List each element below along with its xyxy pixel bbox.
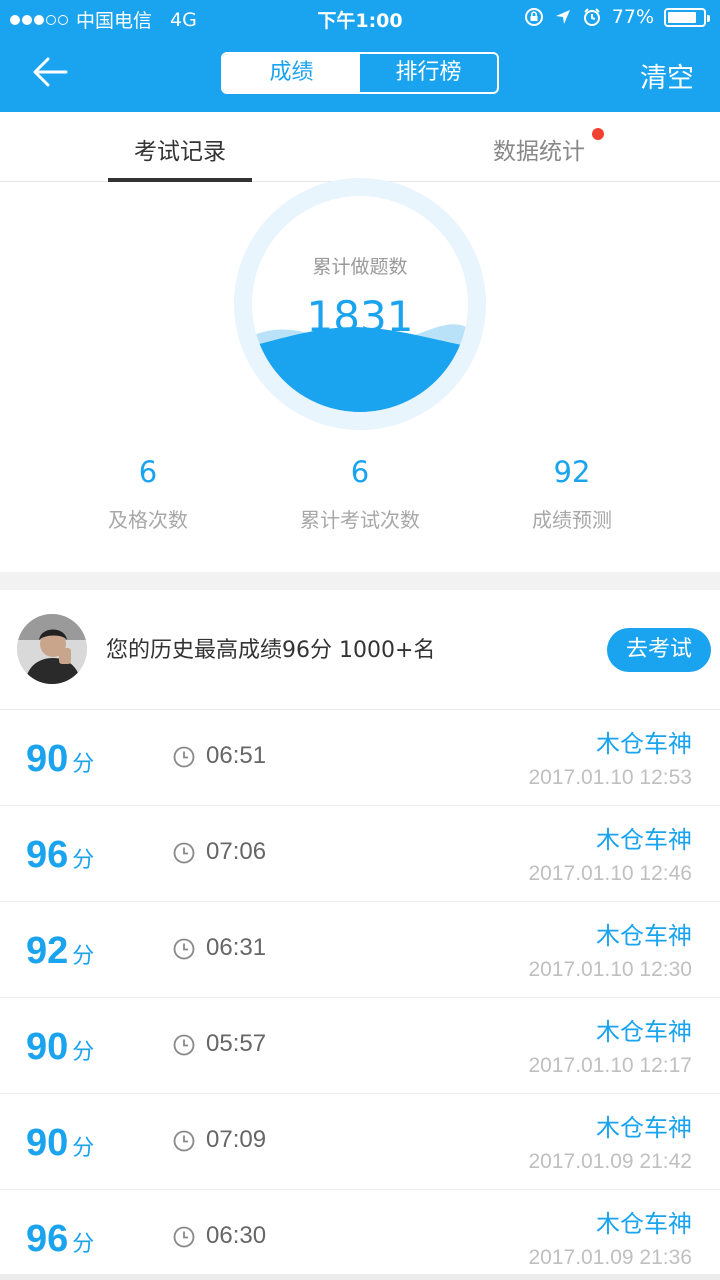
list-item[interactable]: 96 分 06:30 木仓车神 2017.01.09 21:36 xyxy=(0,1190,720,1280)
avatar-photo xyxy=(17,614,87,684)
list-item[interactable]: 92 分 06:31 木仓车神 2017.01.10 12:30 xyxy=(0,902,720,998)
clock-icon xyxy=(173,938,195,960)
metric-exam-count: 6 累计考试次数 xyxy=(240,452,480,533)
clock-icon xyxy=(173,1130,195,1152)
clock-icon xyxy=(173,746,195,768)
metric-label: 成绩预测 xyxy=(532,508,612,532)
score-unit: 分 xyxy=(72,1232,95,1257)
clock-icon xyxy=(173,1034,195,1056)
circle-label: 累计做题数 xyxy=(312,256,408,278)
score-value: 96 xyxy=(26,834,69,876)
score-value: 90 xyxy=(26,1026,69,1068)
record-duration: 05:57 xyxy=(206,1030,267,1057)
metric-value: 6 xyxy=(350,455,370,489)
best-score-row: 您的历史最高成绩96分 1000+名 去考试 xyxy=(0,590,720,710)
clock-icon xyxy=(173,842,195,864)
record-score: 92 分 xyxy=(26,930,94,973)
score-value: 96 xyxy=(26,1218,69,1260)
record-date: 2017.01.10 12:53 xyxy=(528,766,693,789)
record-duration: 06:51 xyxy=(206,742,267,769)
total-questions-circle: 累计做题数 1831 xyxy=(234,178,486,430)
list-item[interactable]: 90 分 07:09 木仓车神 2017.01.09 21:42 xyxy=(0,1094,720,1190)
record-user: 木仓车神 xyxy=(596,1210,692,1238)
circle-body: 累计做题数 1831 xyxy=(252,196,468,412)
score-unit: 分 xyxy=(72,944,95,969)
top-bar: 中国电信 4G 下午1:00 77% 成绩 排行榜 清空 xyxy=(0,0,720,112)
record-score: 90 分 xyxy=(26,1122,94,1165)
record-user: 木仓车神 xyxy=(596,1018,692,1046)
segment-ranking[interactable]: 排行榜 xyxy=(360,54,497,92)
record-user: 木仓车神 xyxy=(596,922,692,950)
metrics-row: 6 及格次数 6 累计考试次数 92 成绩预测 xyxy=(0,452,720,552)
tab-exam-records[interactable]: 考试记录 xyxy=(108,132,252,166)
list-item[interactable]: 96 分 07:06 木仓车神 2017.01.10 12:46 xyxy=(0,806,720,902)
score-unit: 分 xyxy=(72,752,95,777)
score-value: 90 xyxy=(26,738,69,780)
record-date: 2017.01.09 21:42 xyxy=(528,1150,693,1173)
score-value: 92 xyxy=(26,930,69,972)
bottom-divider xyxy=(0,1274,720,1280)
clock-icon xyxy=(173,1226,195,1248)
record-duration: 06:30 xyxy=(206,1222,267,1249)
avatar[interactable] xyxy=(17,614,87,684)
record-date: 2017.01.10 12:30 xyxy=(528,958,693,981)
take-exam-button[interactable]: 去考试 xyxy=(607,628,711,672)
section-divider xyxy=(0,572,720,590)
nav-bar: 成绩 排行榜 清空 xyxy=(0,36,720,112)
segmented-control: 成绩 排行榜 xyxy=(221,52,499,94)
metric-value: 92 xyxy=(553,455,591,489)
battery-percent: 77% xyxy=(611,6,654,28)
record-date: 2017.01.10 12:46 xyxy=(528,862,693,885)
list-item[interactable]: 90 分 06:51 木仓车神 2017.01.10 12:53 xyxy=(0,710,720,806)
metric-label: 及格次数 xyxy=(108,508,188,532)
status-right: 77% xyxy=(524,6,710,28)
tab-data-stats[interactable]: 数据统计 xyxy=(466,132,612,166)
active-tab-indicator xyxy=(108,178,252,182)
notification-dot xyxy=(592,128,604,140)
back-arrow-icon[interactable] xyxy=(30,54,70,90)
record-date: 2017.01.09 21:36 xyxy=(528,1246,693,1269)
score-unit: 分 xyxy=(72,1136,95,1161)
location-arrow-icon xyxy=(555,10,570,24)
record-user: 木仓车神 xyxy=(596,730,692,758)
clear-button[interactable]: 清空 xyxy=(640,56,694,95)
score-unit: 分 xyxy=(72,1040,95,1065)
status-bar: 中国电信 4G 下午1:00 77% xyxy=(0,0,720,36)
best-score-text: 您的历史最高成绩96分 1000+名 xyxy=(106,638,436,663)
score-value: 90 xyxy=(26,1122,69,1164)
record-duration: 07:09 xyxy=(206,1126,267,1153)
alarm-icon xyxy=(583,8,600,26)
orientation-lock-icon xyxy=(524,8,543,26)
exam-record-list: 90 分 06:51 木仓车神 2017.01.10 12:53 96 分 07:0… xyxy=(0,710,720,1280)
record-score: 96 分 xyxy=(26,834,94,877)
total-questions-value: 1831 xyxy=(306,292,414,341)
metric-value: 6 xyxy=(138,455,158,489)
record-user: 木仓车神 xyxy=(596,826,692,854)
record-date: 2017.01.10 12:17 xyxy=(528,1054,693,1077)
metric-label: 累计考试次数 xyxy=(300,508,420,532)
record-score: 90 分 xyxy=(26,738,94,781)
list-item[interactable]: 90 分 05:57 木仓车神 2017.01.10 12:17 xyxy=(0,998,720,1094)
record-score: 96 分 xyxy=(26,1218,94,1261)
record-score: 90 分 xyxy=(26,1026,94,1069)
record-duration: 06:31 xyxy=(206,934,267,961)
record-user: 木仓车神 xyxy=(596,1114,692,1142)
battery-icon xyxy=(664,7,710,27)
metric-pass-count: 6 及格次数 xyxy=(28,452,268,533)
segment-score[interactable]: 成绩 xyxy=(223,54,360,92)
score-unit: 分 xyxy=(72,848,95,873)
sub-tabs: 考试记录 数据统计 xyxy=(0,112,720,182)
metric-score-prediction: 92 成绩预测 xyxy=(452,452,692,533)
record-duration: 07:06 xyxy=(206,838,267,865)
